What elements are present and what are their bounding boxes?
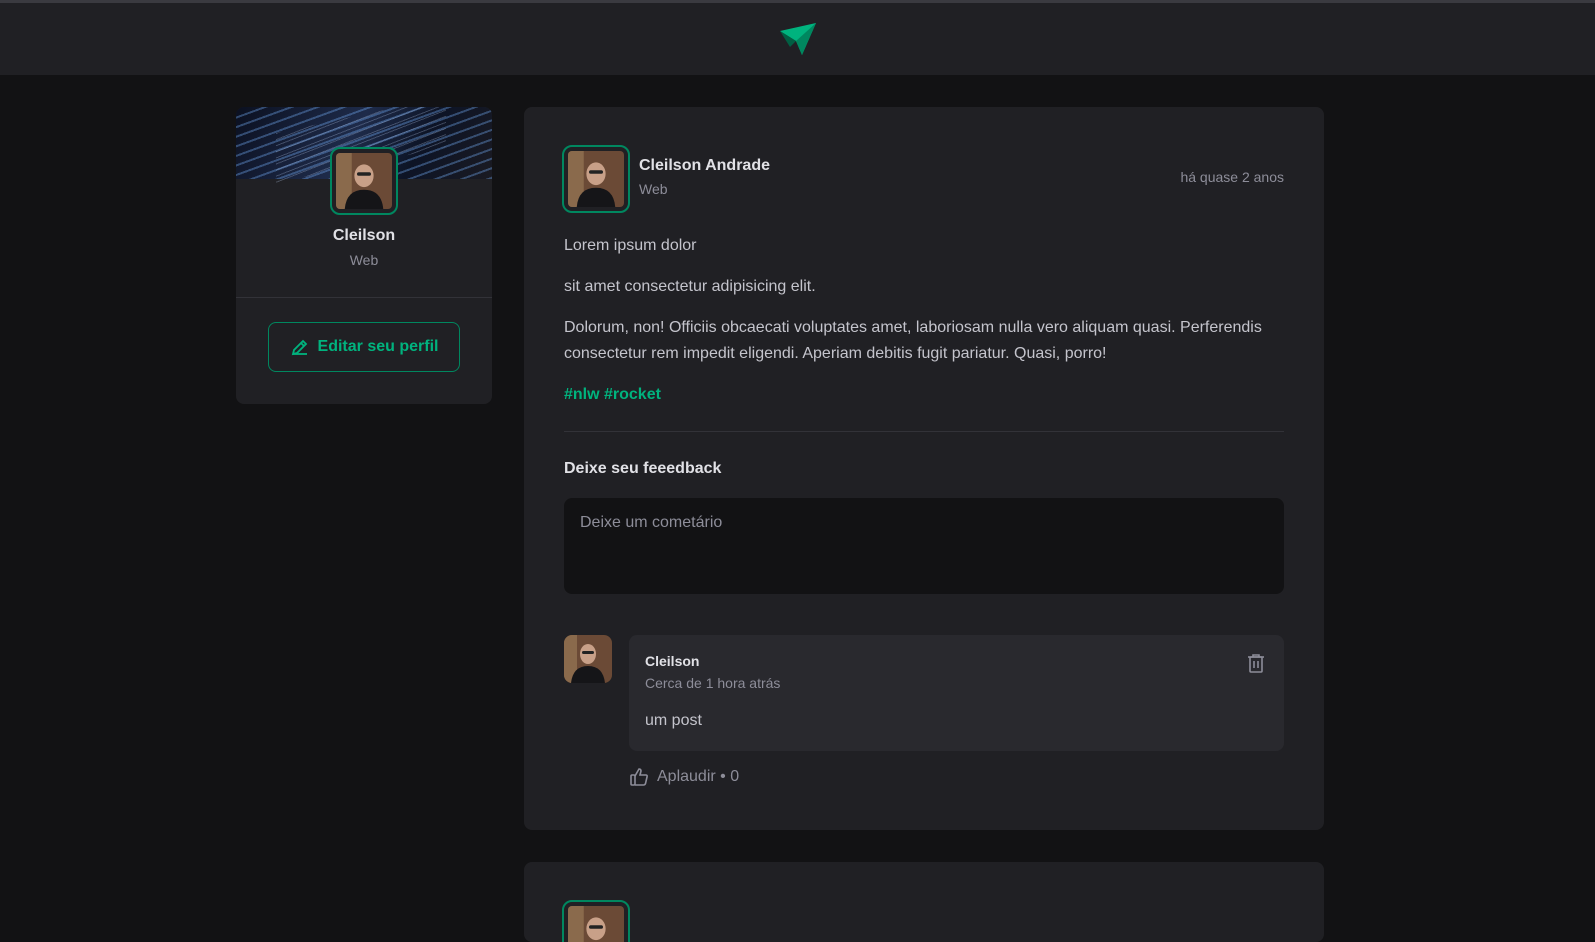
author-role: Web xyxy=(639,181,668,197)
pencil-icon xyxy=(291,339,307,356)
profile-role: Web xyxy=(349,252,379,268)
paper-plane-icon xyxy=(779,23,816,55)
author-avatar[interactable] xyxy=(562,145,630,213)
profile-sidebar: Cleilson Web Editar seu perfil xyxy=(236,107,492,404)
thumbs-up-icon xyxy=(630,768,648,786)
post-content: Lorem ipsum dolor sit amet consectetur a… xyxy=(564,233,1284,423)
avatar xyxy=(330,147,398,215)
post-paragraph: Dolorum, non! Officiis obcaecati volupta… xyxy=(564,319,1262,362)
author-avatar[interactable] xyxy=(562,900,630,942)
comment-avatar[interactable] xyxy=(564,635,612,683)
applaud-label: Aplaudir • 0 xyxy=(657,768,740,785)
comment-input[interactable] xyxy=(564,498,1284,594)
post-timestamp: há quase 2 anos xyxy=(1180,169,1284,185)
edit-profile-label: Editar seu perfil xyxy=(317,338,439,355)
applaud-button[interactable]: Aplaudir • 0 xyxy=(629,765,739,789)
feedback-title: Deixe seu feeedback xyxy=(564,460,722,477)
post-paragraph: Lorem ipsum dolor xyxy=(564,237,697,254)
author-name: Cleilson Andrade xyxy=(639,157,770,174)
profile-name: Cleilson xyxy=(332,227,396,244)
comment-author: Cleilson xyxy=(645,653,700,669)
post-paragraph: sit amet consectetur adipisicing elit. xyxy=(564,278,816,295)
comment-text: um post xyxy=(645,712,702,729)
edit-profile-button[interactable]: Editar seu perfil xyxy=(268,322,460,372)
post-card xyxy=(524,862,1324,942)
delete-comment-button[interactable] xyxy=(1244,651,1268,675)
post-card: Cleilson Andrade Web há quase 2 anos Lor… xyxy=(524,107,1324,830)
trash-icon xyxy=(1248,654,1264,673)
divider xyxy=(236,297,492,298)
comment-card: Cleilson Cerca de 1 hora atrás um post xyxy=(629,635,1284,751)
app-header xyxy=(0,3,1595,75)
divider xyxy=(564,431,1284,432)
comment-timestamp: Cerca de 1 hora atrás xyxy=(645,675,781,691)
post-tags[interactable]: #nlw #rocket xyxy=(564,382,1284,408)
